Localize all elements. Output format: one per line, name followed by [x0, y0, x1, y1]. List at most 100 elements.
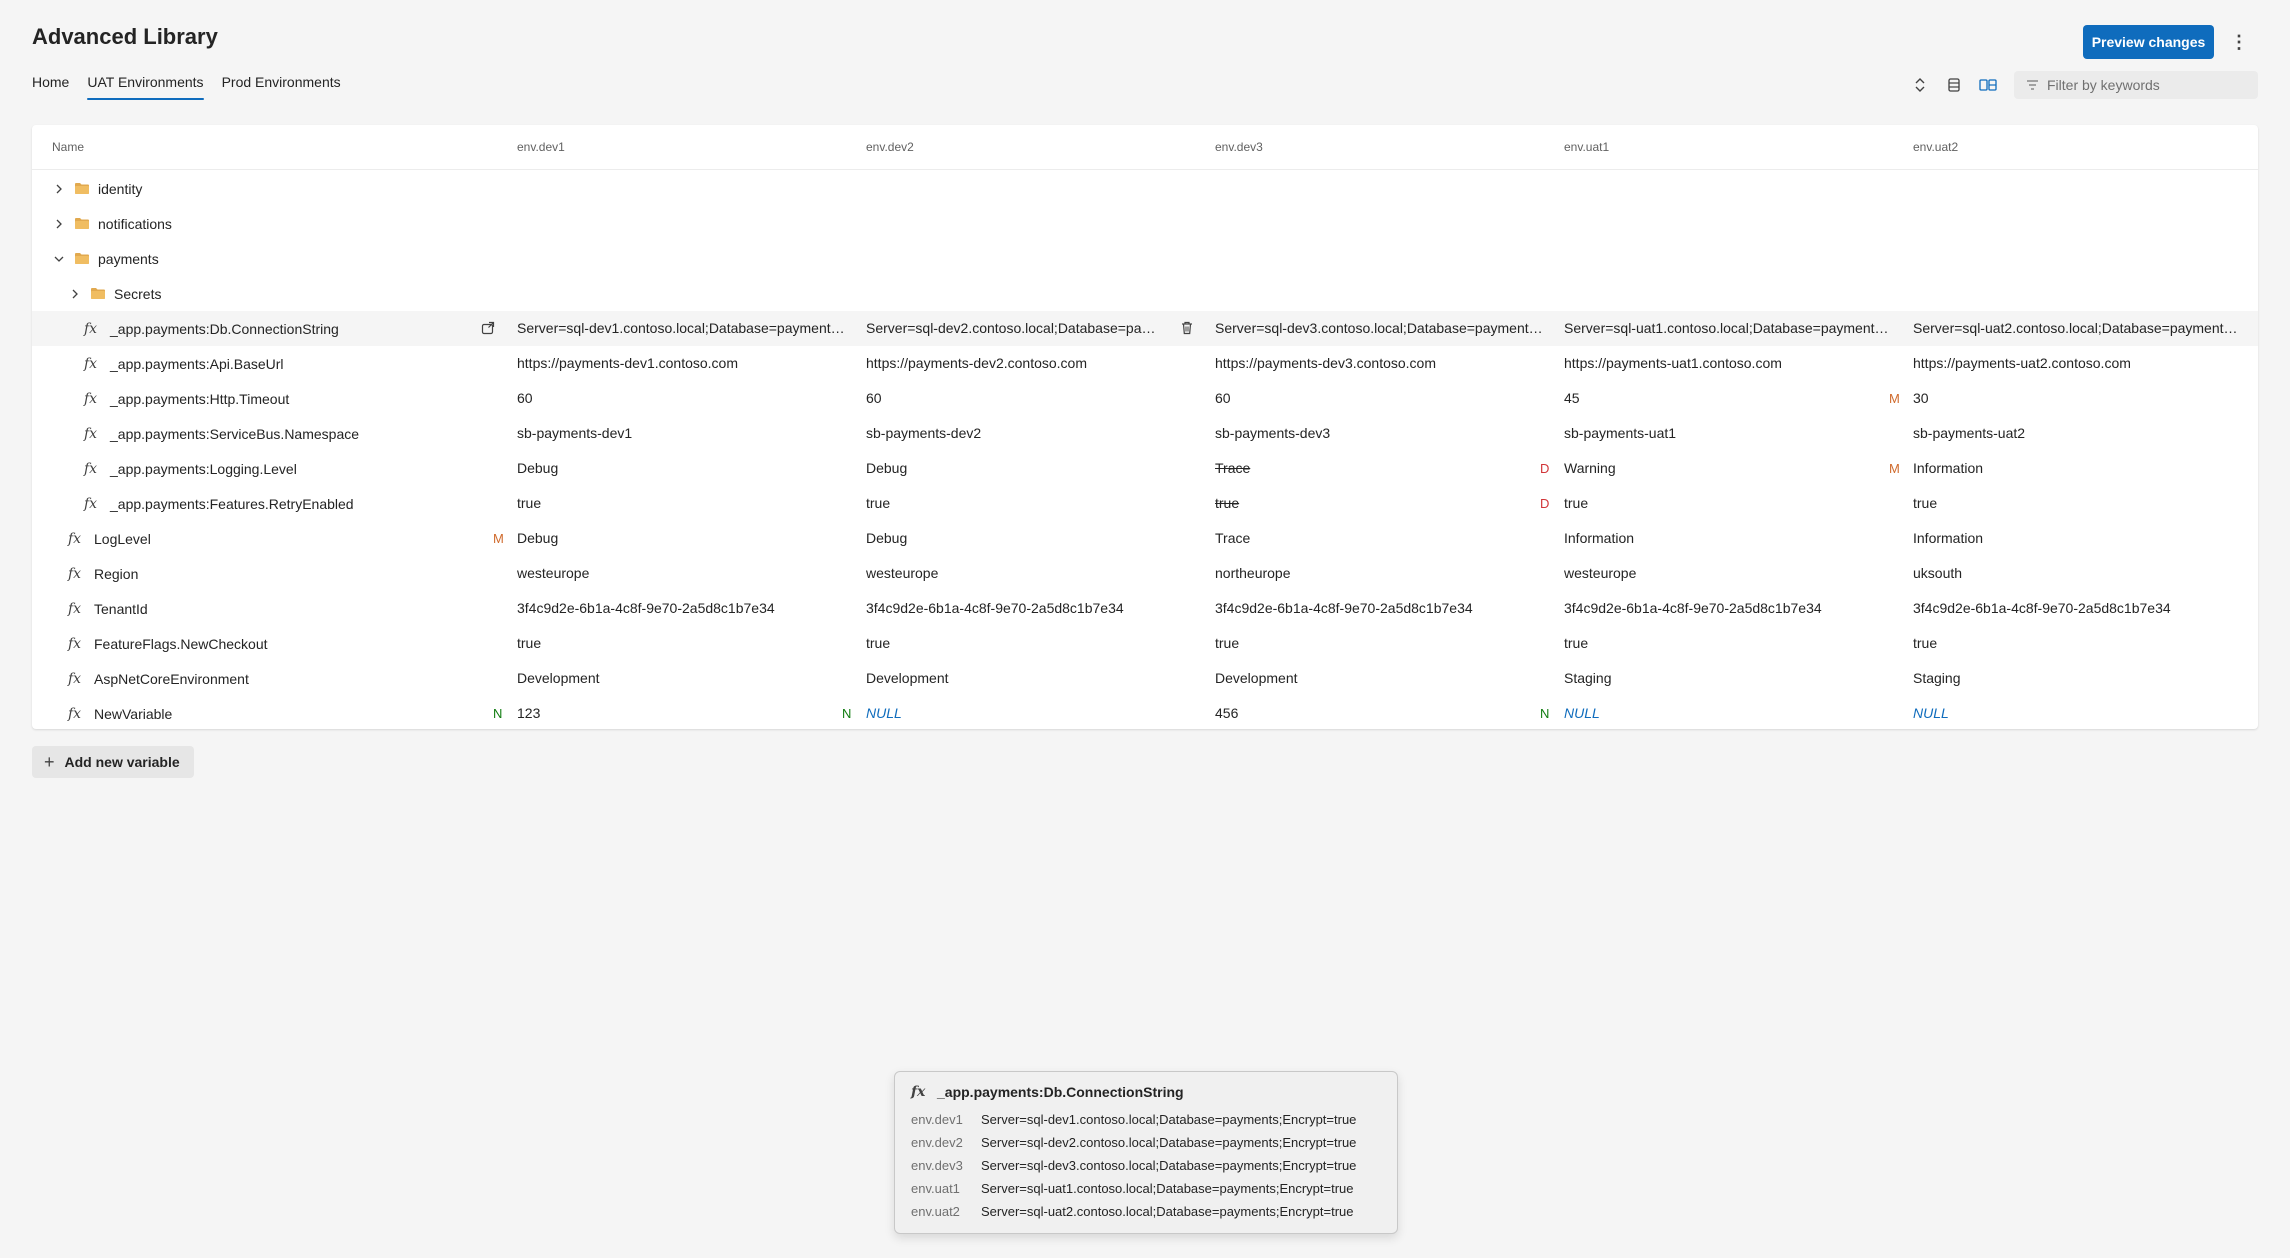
variable-name[interactable]: fx Region [68, 556, 138, 591]
chevron-right-icon[interactable] [68, 287, 82, 301]
chevron-down-icon[interactable] [52, 252, 66, 266]
filter-box[interactable] [2014, 71, 2258, 99]
value-cell[interactable]: Development [1215, 661, 1545, 696]
table-row[interactable]: fx AspNetCoreEnvironment Development Develo… [32, 661, 2258, 696]
open-editor-icon[interactable] [481, 321, 497, 337]
value-cell[interactable]: Trace [1215, 521, 1545, 556]
value-cell[interactable]: Server=sql-uat1.contoso.local;Database=p… [1564, 311, 1894, 346]
variable-name[interactable]: fx _app.payments:Logging.Level [84, 451, 297, 486]
table-row[interactable]: fx _app.payments:ServiceBus.Namespace sb-p… [32, 416, 2258, 451]
value-cell[interactable]: Warning [1564, 451, 1894, 486]
column-header-env-uat1[interactable]: env.uat1 [1564, 140, 1609, 154]
variable-name[interactable]: fx NewVariable [68, 696, 172, 731]
value-cell[interactable]: 60 [1215, 381, 1545, 416]
table-row[interactable]: fx FeatureFlags.NewCheckout true true true tr… [32, 626, 2258, 661]
value-cell[interactable]: true [1913, 486, 2243, 521]
variable-name[interactable]: fx LogLevel [68, 521, 151, 556]
value-cell[interactable]: https://payments-dev1.contoso.com [517, 346, 847, 381]
variable-name[interactable]: fx FeatureFlags.NewCheckout [68, 626, 268, 661]
value-cell[interactable]: sb-payments-uat2 [1913, 416, 2243, 451]
value-cell[interactable]: true [1564, 626, 1894, 661]
table-row[interactable]: fx _app.payments:Api.BaseUrl https://payme… [32, 346, 2258, 381]
value-cell[interactable]: uksouth [1913, 556, 2243, 591]
preview-changes-button[interactable]: Preview changes [2083, 25, 2214, 59]
value-cell[interactable]: Server=sql-uat2.contoso.local;Database=p… [1913, 311, 2243, 346]
value-cell[interactable]: northeurope [1215, 556, 1545, 591]
value-cell[interactable]: NULL [1564, 696, 1894, 731]
value-cell[interactable]: Server=sql-dev1.contoso.local;Database=p… [517, 311, 847, 346]
add-new-variable-button[interactable]: + Add new variable [32, 746, 194, 778]
folder-row-name[interactable]: Secrets [68, 276, 161, 311]
value-cell[interactable]: Development [866, 661, 1196, 696]
variable-name[interactable]: fx _app.payments:ServiceBus.Namespace [84, 416, 359, 451]
chevron-right-icon[interactable] [52, 217, 66, 231]
value-cell[interactable]: westeurope [1564, 556, 1894, 591]
value-cell[interactable]: sb-payments-uat1 [1564, 416, 1894, 451]
value-cell[interactable]: sb-payments-dev2 [866, 416, 1196, 451]
value-cell[interactable]: NULL [866, 696, 1196, 731]
table-row[interactable]: payments [32, 241, 2258, 276]
table-row[interactable]: identity [32, 171, 2258, 206]
more-vertical-icon[interactable]: ⋮ [2226, 28, 2252, 56]
variable-name[interactable]: fx _app.payments:Features.RetryEnabled [84, 486, 354, 521]
tab-uat-environments[interactable]: UAT Environments [87, 74, 204, 100]
value-cell[interactable]: 60 [866, 381, 1196, 416]
value-cell[interactable]: true [1215, 626, 1545, 661]
value-cell[interactable]: 456 [1215, 696, 1545, 731]
value-cell[interactable]: sb-payments-dev1 [517, 416, 847, 451]
value-cell[interactable]: Staging [1564, 661, 1894, 696]
value-cell[interactable]: Debug [517, 521, 847, 556]
value-cell[interactable]: 3f4c9d2e-6b1a-4c8f-9e70-2a5d8c1b7e34 [1564, 591, 1894, 626]
table-row[interactable]: notifications [32, 206, 2258, 241]
table-row[interactable]: fx _app.payments:Db.ConnectionString Serve… [32, 311, 2258, 346]
trash-icon[interactable] [1180, 321, 1196, 337]
column-header-name[interactable]: Name [52, 140, 84, 154]
value-cell[interactable]: Information [1564, 521, 1894, 556]
value-cell[interactable]: true [866, 486, 1196, 521]
value-cell[interactable]: Information [1913, 451, 2243, 486]
folder-row-name[interactable]: payments [52, 241, 159, 276]
value-cell[interactable]: https://payments-uat1.contoso.com [1564, 346, 1894, 381]
column-header-env-uat2[interactable]: env.uat2 [1913, 140, 1958, 154]
variable-name[interactable]: fx AspNetCoreEnvironment [68, 661, 249, 696]
value-cell[interactable]: Staging [1913, 661, 2243, 696]
table-row[interactable]: fx _app.payments:Features.RetryEnabled tru… [32, 486, 2258, 521]
variable-name[interactable]: fx _app.payments:Api.BaseUrl [84, 346, 284, 381]
value-cell[interactable]: NULL [1913, 696, 2243, 731]
value-cell[interactable]: https://payments-dev3.contoso.com [1215, 346, 1545, 381]
table-row[interactable]: fx _app.payments:Http.Timeout 60 60 60 45 M 30 [32, 381, 2258, 416]
column-header-env-dev1[interactable]: env.dev1 [517, 140, 565, 154]
value-cell[interactable]: true [517, 626, 847, 661]
value-cell[interactable]: 3f4c9d2e-6b1a-4c8f-9e70-2a5d8c1b7e34 [1913, 591, 2243, 626]
table-row[interactable]: fx NewVariable 123 N NULL N 456 NULL N NULL [32, 696, 2258, 731]
expand-collapse-icon[interactable] [1909, 74, 1931, 96]
value-cell[interactable]: Server=sql-dev3.contoso.local;Database=p… [1215, 311, 1545, 346]
table-row[interactable]: Secrets [32, 276, 2258, 311]
value-cell[interactable]: Debug [866, 521, 1196, 556]
value-cell[interactable]: westeurope [517, 556, 847, 591]
compact-view-icon[interactable] [1943, 74, 1965, 96]
value-cell[interactable]: 3f4c9d2e-6b1a-4c8f-9e70-2a5d8c1b7e34 [866, 591, 1196, 626]
value-cell[interactable]: 60 [517, 381, 847, 416]
folder-row-name[interactable]: notifications [52, 206, 172, 241]
table-row[interactable]: fx _app.payments:Logging.Level Debug Debug T… [32, 451, 2258, 486]
value-cell[interactable]: 123 [517, 696, 847, 731]
value-cell[interactable]: Debug [866, 451, 1196, 486]
value-cell[interactable]: true [1564, 486, 1894, 521]
variable-name[interactable]: fx _app.payments:Http.Timeout [84, 381, 289, 416]
value-cell[interactable]: Debug [517, 451, 847, 486]
value-cell[interactable]: true [1215, 486, 1545, 521]
value-cell[interactable]: Development [517, 661, 847, 696]
value-cell[interactable]: 45 [1564, 381, 1894, 416]
value-cell[interactable]: westeurope [866, 556, 1196, 591]
table-row[interactable]: fx LogLevel Debug M Debug Trace Information Inf… [32, 521, 2258, 556]
value-cell[interactable]: Server=sql-dev2.contoso.local;Database=p… [866, 311, 1161, 346]
table-row[interactable]: fx TenantId 3f4c9d2e-6b1a-4c8f-9e70-2a5d8c… [32, 591, 2258, 626]
value-cell[interactable]: true [1913, 626, 2243, 661]
value-cell[interactable]: 30 [1913, 381, 2243, 416]
value-cell[interactable]: Trace [1215, 451, 1545, 486]
tab-prod-environments[interactable]: Prod Environments [222, 74, 341, 100]
split-view-icon[interactable] [1977, 74, 1999, 96]
value-cell[interactable]: true [517, 486, 847, 521]
table-row[interactable]: fx Region westeurope westeurope northeurope w… [32, 556, 2258, 591]
